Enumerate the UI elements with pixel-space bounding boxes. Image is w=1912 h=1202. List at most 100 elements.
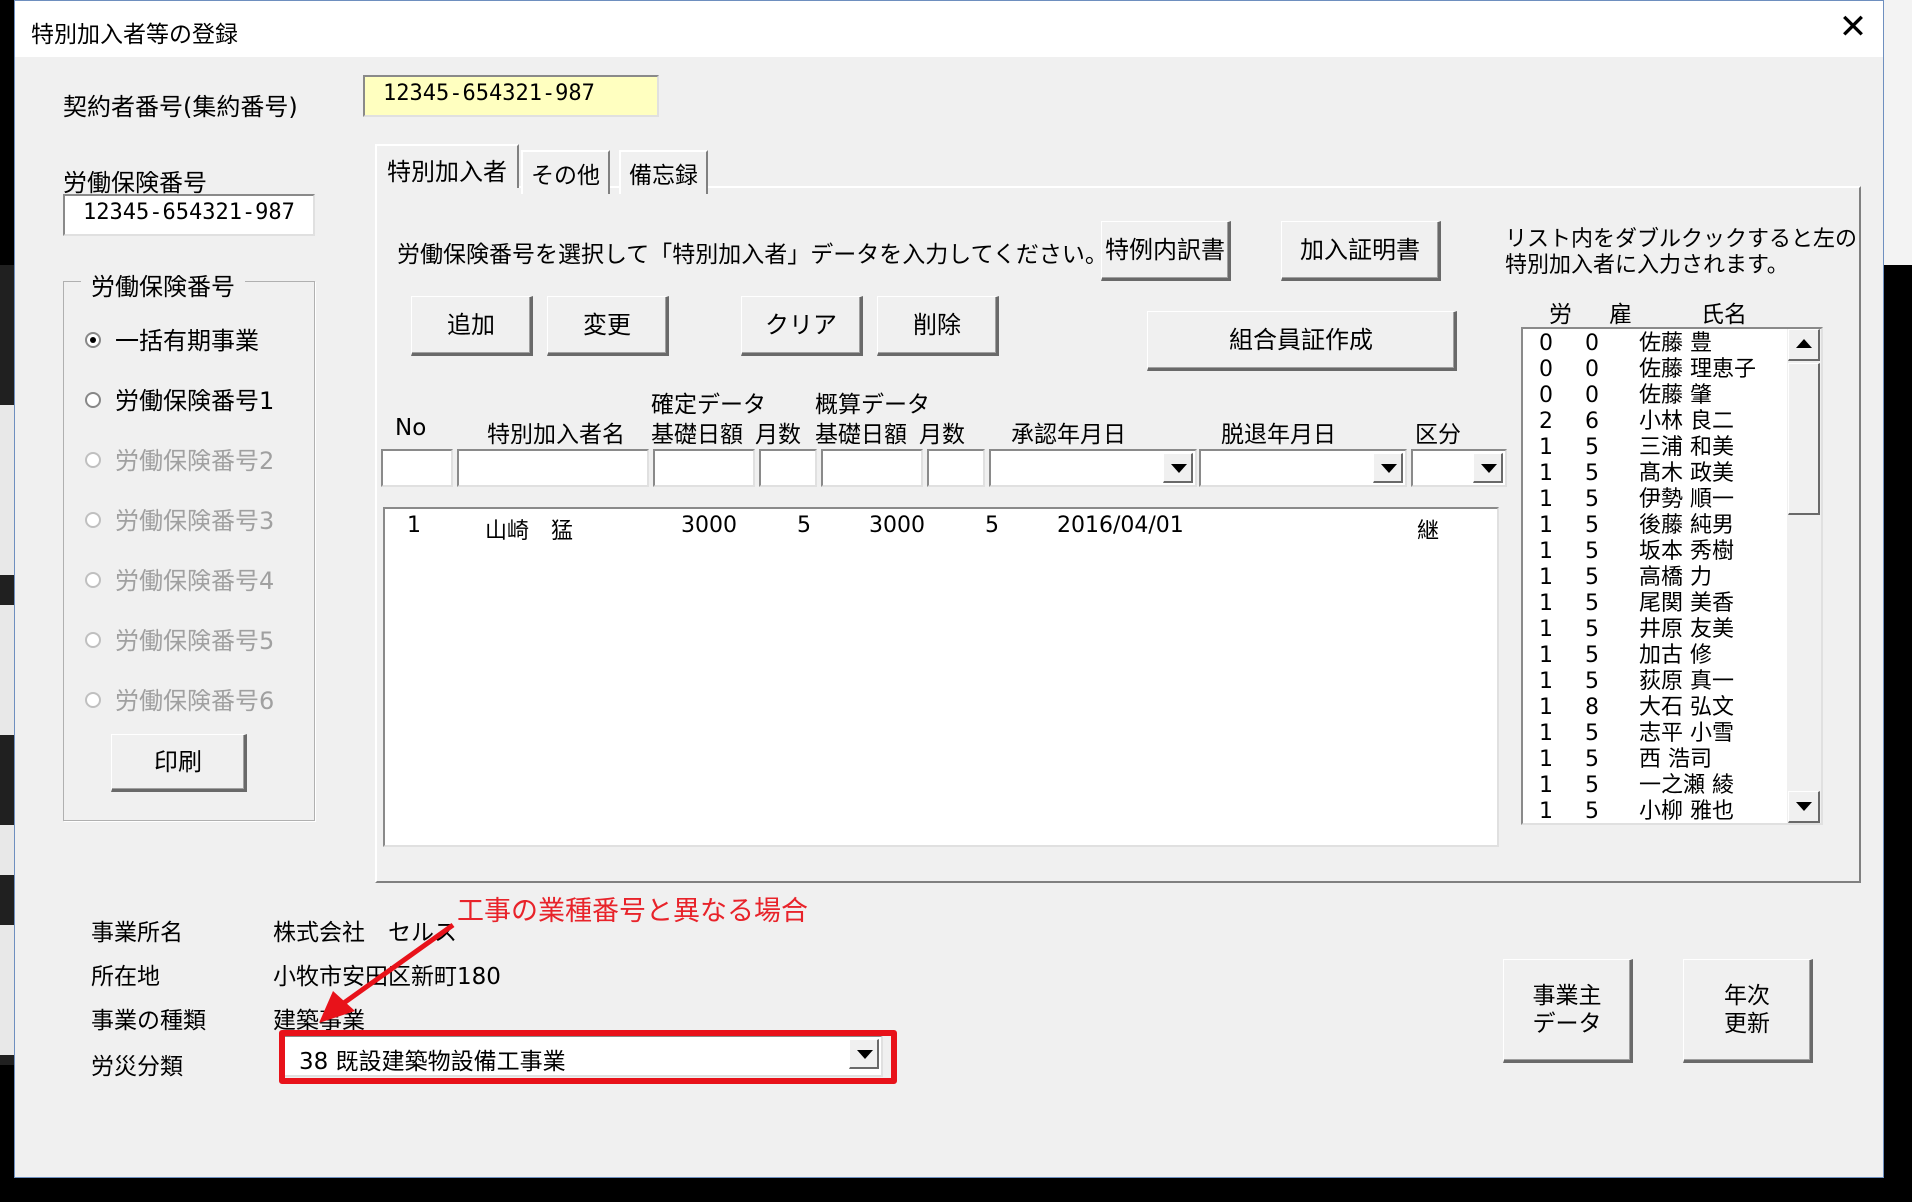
clear-button[interactable]: クリア <box>741 296 863 356</box>
scroll-thumb[interactable] <box>1788 363 1820 515</box>
roster-name: 西 浩司 <box>1639 747 1712 772</box>
roster-ko: 5 <box>1585 487 1599 512</box>
radio-lump-sum[interactable]: 一括有期事業 <box>85 321 259 356</box>
roster-row[interactable]: 0 0 佐藤 理恵子 <box>1523 357 1791 383</box>
chevron-down-icon[interactable] <box>1473 453 1503 483</box>
roster-row[interactable]: 0 0 佐藤 肇 <box>1523 383 1791 409</box>
no-input[interactable] <box>381 449 453 487</box>
roster-row[interactable]: 1 5 髙木 政美 <box>1523 461 1791 487</box>
roster-name: 佐藤 豊 <box>1639 331 1712 356</box>
roster-ro: 1 <box>1539 643 1553 668</box>
roster-ko: 0 <box>1585 383 1599 408</box>
roster-row[interactable]: 1 5 小柳 雅也 <box>1523 799 1791 824</box>
col-header-approval: 承認年月日 <box>1011 422 1126 448</box>
radio-indicator[interactable] <box>85 332 101 348</box>
roster-name: 荻原 真一 <box>1639 669 1734 694</box>
category-dropdown[interactable] <box>1411 449 1507 487</box>
roster-name: 加古 修 <box>1639 643 1712 668</box>
scroll-up-icon[interactable] <box>1788 329 1820 361</box>
labor-insurance-number-field[interactable]: 12345-654321-987 <box>63 194 315 236</box>
annotation-arrow-icon <box>319 922 455 1023</box>
radio-label: 労働保険番号6 <box>115 687 275 715</box>
scroll-down-icon[interactable] <box>1788 791 1820 823</box>
withdrawal-date-dropdown[interactable] <box>1199 449 1407 487</box>
tab-memo[interactable]: 備忘録 <box>619 150 708 194</box>
roster-row[interactable]: 2 6 小林 良二 <box>1523 409 1791 435</box>
radio-label: 労働保険番号2 <box>115 447 275 475</box>
roster-name: 高橋 力 <box>1639 565 1712 590</box>
change-button[interactable]: 変更 <box>547 296 669 356</box>
roster-ro: 2 <box>1539 409 1553 434</box>
tab-other[interactable]: その他 <box>521 150 610 194</box>
title-bar: 特別加入者等の登録 ✕ <box>15 1 1883 57</box>
roster-row[interactable]: 1 5 尾関 美香 <box>1523 591 1791 617</box>
row-daily-1: 3000 <box>681 513 737 538</box>
roster-name: 佐藤 理恵子 <box>1639 357 1756 382</box>
estimate-months-input[interactable] <box>927 449 985 487</box>
roster-row[interactable]: 1 5 志平 小雪 <box>1523 721 1791 747</box>
roster-row[interactable]: 1 5 一之瀬 綾 <box>1523 773 1791 799</box>
roster-row[interactable]: 1 5 高橋 力 <box>1523 565 1791 591</box>
radio-labor-ins-3: 労働保険番号3 <box>85 501 274 536</box>
background-window-fragment <box>1880 0 1912 265</box>
union-card-button[interactable]: 組合員証作成 <box>1147 311 1457 371</box>
row-daily-2: 3000 <box>869 513 925 538</box>
row-no: 1 <box>407 513 421 538</box>
roster-row[interactable]: 1 8 大石 弘文 <box>1523 695 1791 721</box>
annual-update-button[interactable]: 年次 更新 <box>1683 959 1813 1063</box>
member-list[interactable]: 1 山崎 猛 3000 5 3000 5 2016/04/01 継 <box>383 507 1499 847</box>
roster-row[interactable]: 1 5 三浦 和美 <box>1523 435 1791 461</box>
roster-ko: 5 <box>1585 643 1599 668</box>
roster-scrollbar[interactable] <box>1787 329 1821 823</box>
radio-labor-ins-1[interactable]: 労働保険番号1 <box>85 381 274 416</box>
roster-ko: 5 <box>1585 799 1599 824</box>
col-header-confirmed: 確定データ <box>651 392 766 418</box>
print-button[interactable]: 印刷 <box>111 734 247 792</box>
roster-name: 伊勢 順一 <box>1639 487 1734 512</box>
col-header-months-1: 月数 <box>755 422 801 448</box>
roster-ko: 6 <box>1585 409 1599 434</box>
roster-ro: 1 <box>1539 695 1553 720</box>
roster-ro: 1 <box>1539 721 1553 746</box>
confirmed-months-input[interactable] <box>759 449 817 487</box>
roster-name: 後藤 純男 <box>1639 513 1734 538</box>
confirmed-daily-input[interactable] <box>653 449 755 487</box>
col-header-name: 特別加入者名 <box>487 422 625 448</box>
roster-row[interactable]: 1 5 荻原 真一 <box>1523 669 1791 695</box>
membership-certificate-button[interactable]: 加入証明書 <box>1281 221 1441 281</box>
add-button[interactable]: 追加 <box>411 296 533 356</box>
employer-data-button[interactable]: 事業主 データ <box>1503 959 1633 1063</box>
roster-ro: 1 <box>1539 591 1553 616</box>
roster-row[interactable]: 1 5 井原 友美 <box>1523 617 1791 643</box>
roster-header-name: 氏名 <box>1701 302 1747 328</box>
roster-header-ro: 労 <box>1549 302 1572 328</box>
roster-ro: 1 <box>1539 461 1553 486</box>
roster-ko: 5 <box>1585 435 1599 460</box>
roster-ko: 0 <box>1585 331 1599 356</box>
radio-label: 労働保険番号4 <box>115 567 275 595</box>
roster-row[interactable]: 1 5 坂本 秀樹 <box>1523 539 1791 565</box>
roster-row[interactable]: 1 5 後藤 純男 <box>1523 513 1791 539</box>
roster-row[interactable]: 1 5 加古 修 <box>1523 643 1791 669</box>
chevron-down-icon[interactable] <box>1163 453 1193 483</box>
approval-date-dropdown[interactable] <box>989 449 1197 487</box>
window-title: 特別加入者等の登録 <box>31 22 238 48</box>
roster-ko: 5 <box>1585 773 1599 798</box>
contractor-number-field[interactable]: 12345-654321-987 <box>363 75 659 117</box>
tab-special-members[interactable]: 特別加入者 <box>375 144 519 188</box>
estimate-daily-input[interactable] <box>821 449 923 487</box>
chevron-down-icon[interactable] <box>1373 453 1403 483</box>
annotation-text: 工事の業種番号と異なる場合 <box>457 896 808 927</box>
roster-ro: 0 <box>1539 357 1553 382</box>
radio-indicator[interactable] <box>85 392 101 408</box>
close-button[interactable]: ✕ <box>1823 1 1883 57</box>
roster-ro: 1 <box>1539 747 1553 772</box>
contractor-number-label: 契約者番号(集約番号) <box>63 93 298 121</box>
roster-row[interactable]: 0 0 佐藤 豊 <box>1523 331 1791 357</box>
roster-row[interactable]: 1 5 伊勢 順一 <box>1523 487 1791 513</box>
special-breakdown-button[interactable]: 特例内訳書 <box>1101 221 1231 281</box>
roster-row[interactable]: 1 5 西 浩司 <box>1523 747 1791 773</box>
delete-button[interactable]: 削除 <box>877 296 999 356</box>
member-name-input[interactable] <box>457 449 649 487</box>
roster-list[interactable]: 0 0 佐藤 豊 0 0 佐藤 理恵子 0 0 佐藤 肇 2 6 小林 良二 1 5 三浦 和美 1 5 髙木 政… <box>1521 327 1823 825</box>
